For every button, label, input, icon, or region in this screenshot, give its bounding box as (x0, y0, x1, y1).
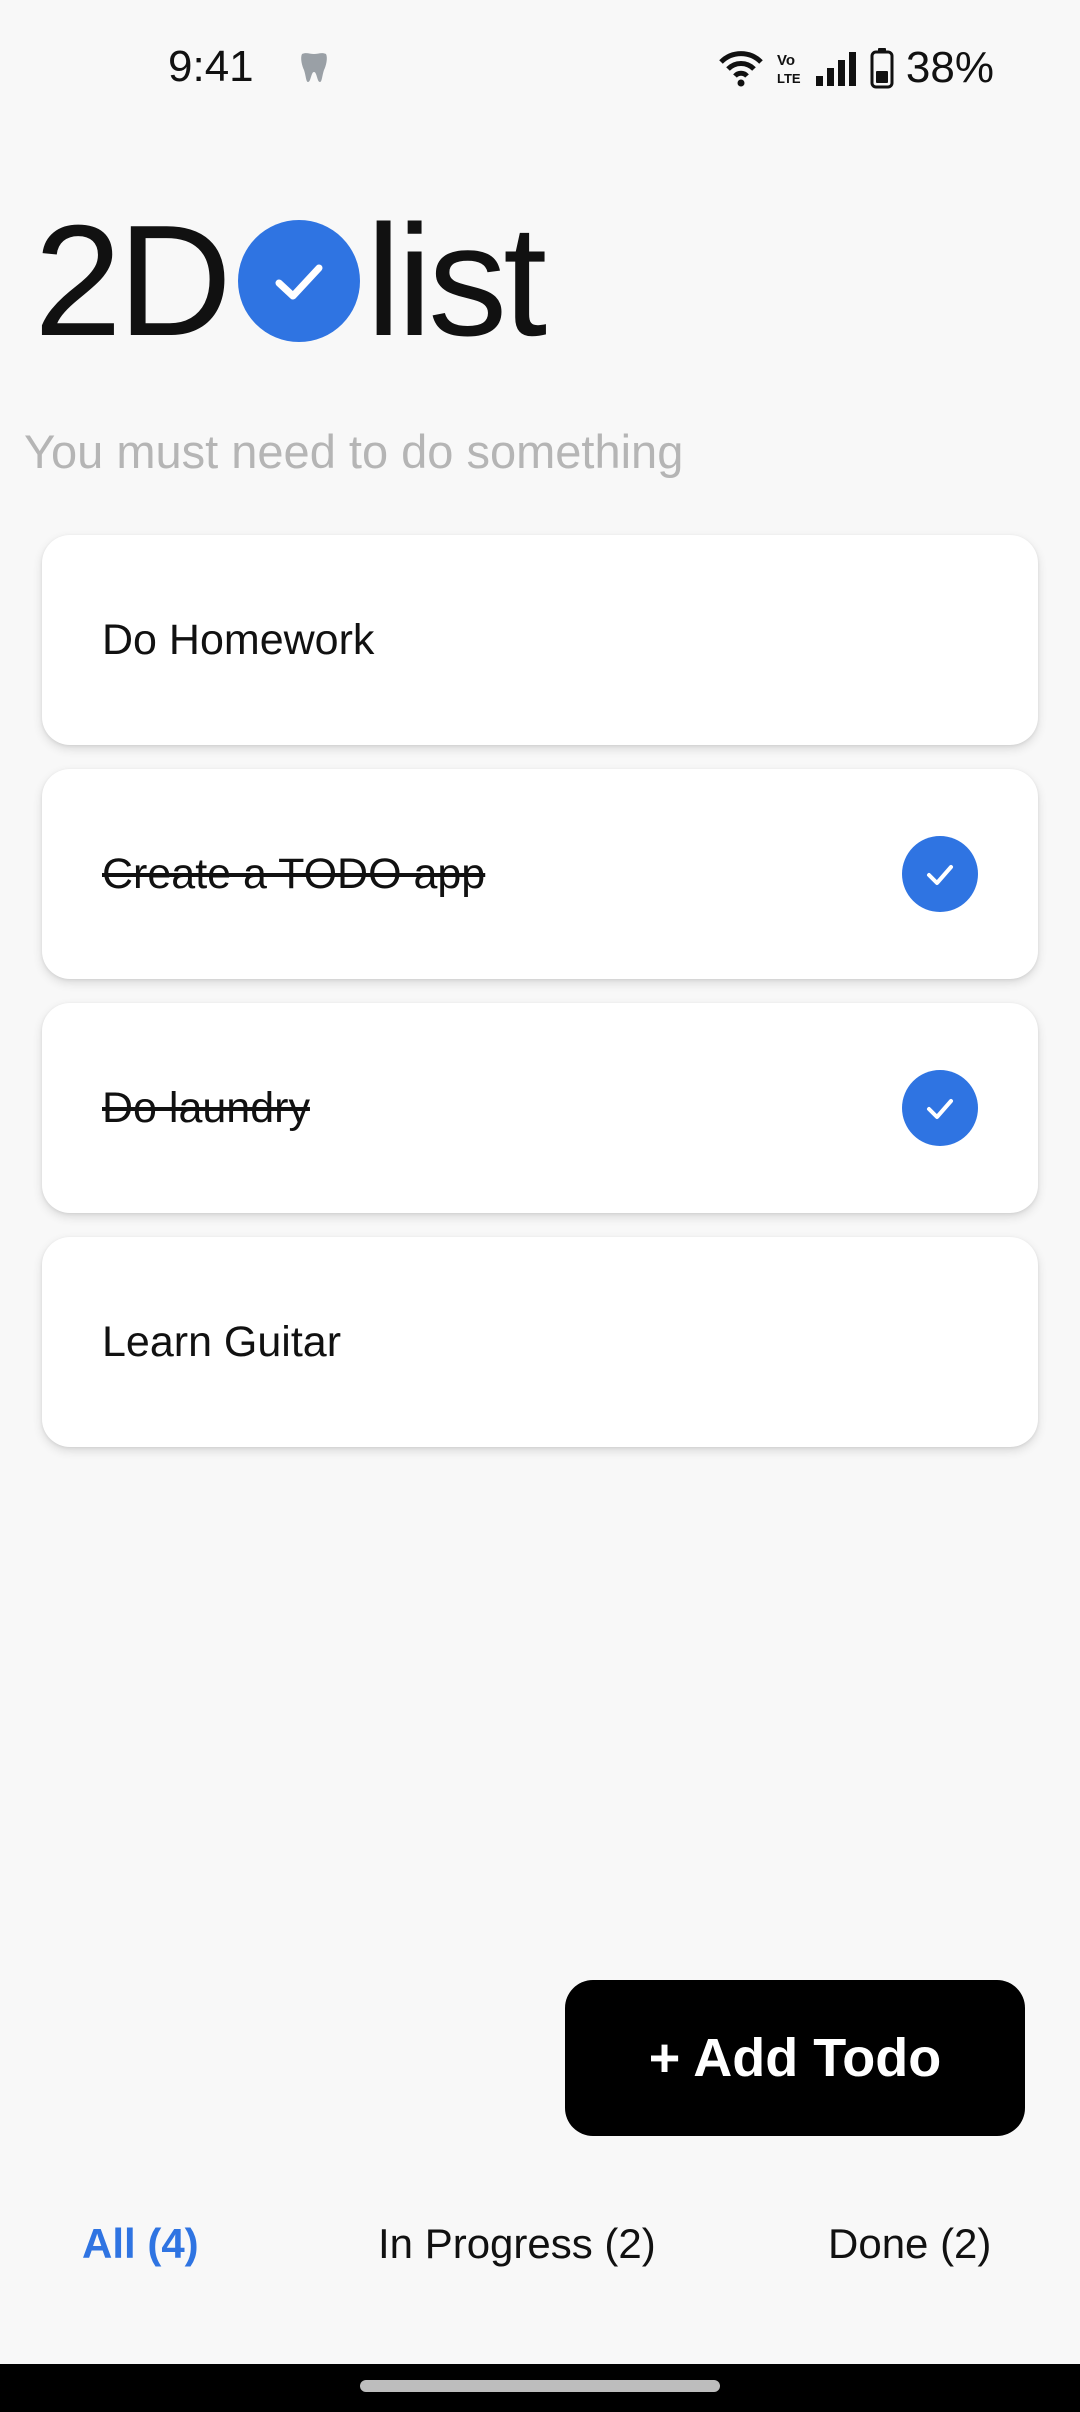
signal-icon (815, 52, 856, 86)
check-icon[interactable] (902, 836, 978, 912)
todo-item[interactable]: Create a TODO app (42, 769, 1038, 979)
todo-label: Do laundry (102, 1083, 310, 1132)
logo-check-icon (237, 220, 360, 342)
tooth-icon (301, 53, 327, 82)
home-indicator[interactable] (360, 2380, 720, 2392)
logo-text-right: list (365, 193, 547, 369)
system-nav-bar (0, 2364, 1080, 2412)
todo-label: Learn Guitar (102, 1317, 342, 1366)
logo-text-left: 2D (34, 193, 232, 369)
app-screen: 9:41 Vo LTE 38% 2D list You must need to… (0, 0, 1080, 2412)
battery-percent: 38% (905, 43, 994, 92)
todo-label: Do Homework (102, 615, 375, 664)
status-icons: Vo LTE 38% (718, 43, 994, 92)
todo-item[interactable]: Do laundry (42, 1003, 1038, 1213)
wifi-icon (719, 51, 763, 87)
battery-icon (870, 48, 894, 89)
svg-text:LTE: LTE (777, 71, 801, 86)
filter-tabs: All (4) In Progress (2) Done (2) (0, 2220, 1080, 2300)
status-bar: 9:41 Vo LTE 38% (0, 0, 1080, 140)
todo-item[interactable]: Learn Guitar (42, 1237, 1038, 1447)
todo-label: Create a TODO app (102, 849, 486, 898)
volte-icon: Vo LTE (777, 52, 801, 86)
todo-list: Do Homework Create a TODO app Do laundry… (42, 535, 1038, 1471)
status-time: 9:41 (168, 42, 254, 91)
add-todo-button[interactable]: + Add Todo (565, 1980, 1025, 2136)
subtitle: You must need to do something (24, 425, 684, 478)
tab-in-progress[interactable]: In Progress (2) (378, 2220, 656, 2268)
app-logo: 2D list (34, 193, 547, 369)
todo-item[interactable]: Do Homework (42, 535, 1038, 745)
svg-text:Vo: Vo (777, 52, 795, 69)
check-icon[interactable] (902, 1070, 978, 1146)
tab-done[interactable]: Done (2) (828, 2220, 991, 2268)
tab-all[interactable]: All (4) (82, 2220, 199, 2268)
